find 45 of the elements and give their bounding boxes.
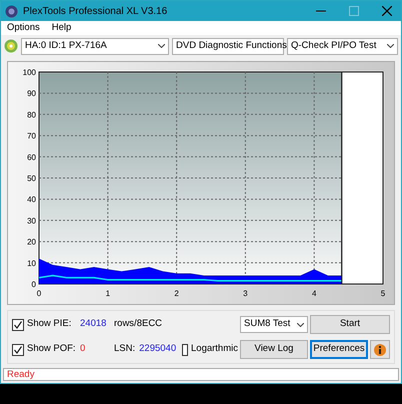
menu-item[interactable]: Options [7,20,40,36]
pie-count: 24018 [80,317,108,332]
axis-label: 5 [380,289,386,298]
axis-label: 60 [27,152,36,162]
lsn-label: LSN: [114,342,136,356]
axis-label: 100 [22,68,36,77]
check-icon [13,344,23,354]
preferences-button[interactable]: Preferences [310,340,368,359]
axis-label: 3 [243,289,248,298]
chevron-down-icon [387,44,394,48]
chevron-down-icon [158,44,165,48]
axis-label: 80 [27,110,36,120]
axis-label: 40 [27,195,36,204]
axis-label: 30 [27,216,36,226]
disc-icon [4,39,18,53]
menu-item[interactable]: Help [52,20,72,36]
show-pof-checkbox[interactable]: Show POF: [12,342,78,357]
chevron-down-icon [297,322,304,326]
unit-label: rows/8ECC [114,317,164,332]
axis-label: 0 [36,289,42,298]
drive-select[interactable]: HA:0 ID:1 PX-716A [21,38,169,54]
window-title: PlexTools Professional XL V3.16 [23,4,168,18]
axis-label: 1 [106,289,110,298]
check-icon [13,320,23,330]
lsn-value: 2295040 [139,342,176,356]
app-icon [5,4,18,18]
axis-label: 90 [27,89,36,98]
show-pie-checkbox[interactable]: Show PIE: [12,317,78,332]
logarithmic-checkbox[interactable]: Logarthmic [182,342,238,357]
test-select[interactable]: Q-Check PI/PO Test [287,38,398,54]
close-button[interactable] [382,6,392,16]
view-log-button[interactable]: View Log [240,340,308,359]
axis-label: 2 [174,289,179,298]
start-button[interactable]: Start [310,315,390,334]
function-select[interactable]: DVD Diagnostic Functions [172,38,284,54]
axis-label: 20 [27,238,36,247]
axis-label: 10 [27,258,36,268]
sum8-select[interactable]: SUM8 Test [240,316,308,333]
axis-label: 0 [32,280,36,289]
status-text: Ready [3,368,399,381]
info-button[interactable] [370,340,390,359]
axis-label: 70 [27,132,36,141]
axis-label: 50 [27,174,36,183]
pof-count: 0 [80,342,86,356]
axis-label: 4 [312,289,316,298]
